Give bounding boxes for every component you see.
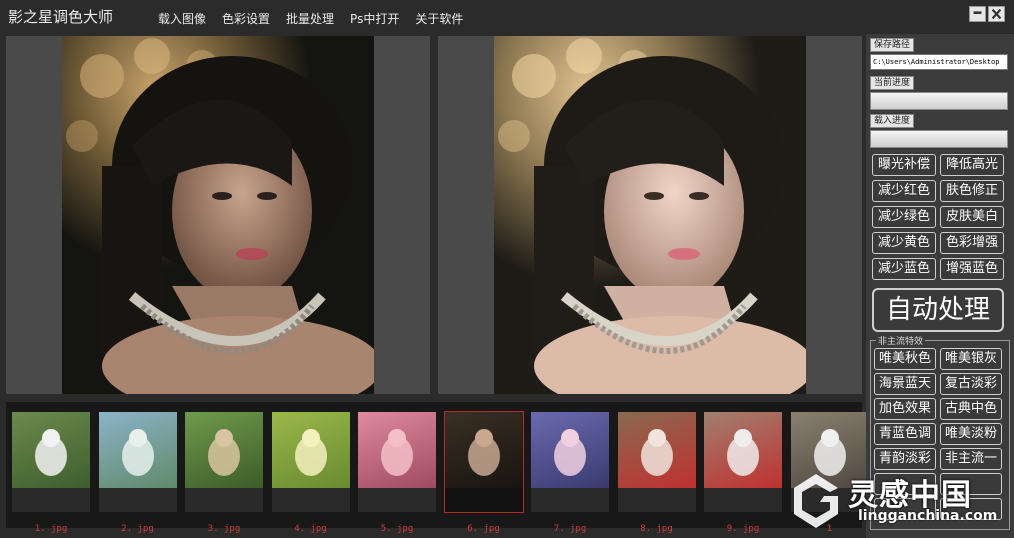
- thumbnail-item[interactable]: 4. jpg: [271, 412, 350, 534]
- adjust-button[interactable]: 减少红色: [872, 180, 936, 202]
- thumbnail-label: 6. jpg: [467, 524, 500, 534]
- auto-process-button[interactable]: 自动处理: [872, 288, 1004, 332]
- menu-open-in-ps[interactable]: Ps中打开: [342, 10, 407, 27]
- current-progress-bar: [870, 92, 1008, 110]
- thumbnail-image: [704, 412, 782, 488]
- processed-photo: [494, 36, 806, 394]
- thumbnail-item[interactable]: 3. jpg: [185, 412, 263, 534]
- original-photo: [62, 36, 374, 394]
- effect-button[interactable]: 青韵淡彩: [874, 448, 936, 470]
- adjust-button[interactable]: 减少绿色: [872, 206, 936, 228]
- effect-button[interactable]: 加色效果: [874, 398, 936, 420]
- thumbnail-image: [358, 412, 436, 488]
- title-bar: 影之星调色大师 载入图像 色彩设置 批量处理 Ps中打开 关于软件: [0, 0, 1014, 34]
- thumbnail-label: 8. jpg: [640, 524, 673, 534]
- thumbnail-image: [12, 412, 90, 488]
- thumbnail-label: 3. jpg: [207, 524, 241, 534]
- thumbnail-label: 4. jpg: [294, 524, 327, 534]
- effect-button[interactable]: 海景蓝天: [874, 373, 936, 395]
- thumbnail-label: 2. jpg: [121, 524, 154, 534]
- original-preview: [6, 36, 430, 394]
- thumbnail-image: [617, 412, 696, 488]
- adjust-button[interactable]: 降低高光: [940, 154, 1004, 176]
- effect-button[interactable]: 唯美秋色: [874, 348, 936, 370]
- adjust-button[interactable]: 皮肤美白: [940, 206, 1004, 228]
- thumbnail-image: [185, 412, 263, 488]
- menu-bar: 载入图像 色彩设置 批量处理 Ps中打开 关于软件: [150, 10, 471, 27]
- effect-button[interactable]: [940, 473, 1002, 495]
- adjust-button[interactable]: 减少蓝色: [872, 258, 936, 280]
- close-button[interactable]: [988, 6, 1005, 22]
- thumbnail-item[interactable]: 9. jpg: [704, 412, 782, 534]
- save-path-field[interactable]: C:\Users\Administrator\Desktop: [870, 54, 1008, 70]
- load-progress-bar: [870, 130, 1008, 148]
- thumbnail-item[interactable]: 8. jpg: [617, 412, 696, 534]
- thumbnail-item[interactable]: 1. jpg: [12, 412, 90, 534]
- menu-batch-process[interactable]: 批量处理: [278, 10, 342, 27]
- thumbnail-label: 7. jpg: [553, 524, 587, 534]
- effect-button[interactable]: 青蓝色调: [874, 423, 936, 445]
- thumbnail-label: 9. jpg: [726, 524, 760, 534]
- menu-about[interactable]: 关于软件: [407, 10, 471, 27]
- thumbnail-image: [531, 412, 609, 488]
- thumbnail-item[interactable]: 6. jpg: [443, 411, 524, 534]
- control-panel: 保存路径 C:\Users\Administrator\Desktop 当前进度…: [866, 34, 1014, 538]
- thumbnail-image: [790, 412, 869, 488]
- effect-button[interactable]: 唯美银灰: [940, 348, 1002, 370]
- effect-button[interactable]: 唯美淡粉: [940, 423, 1002, 445]
- thumbnail-image: [444, 412, 523, 488]
- adjust-button[interactable]: 肤色修正: [940, 180, 1004, 202]
- save-path-label: 保存路径: [870, 38, 915, 52]
- load-progress-label: 载入进度: [870, 114, 915, 128]
- thumbnail-image: [98, 412, 177, 488]
- menu-load-image[interactable]: 载入图像: [150, 10, 214, 27]
- effect-button[interactable]: 古典中色: [940, 398, 1002, 420]
- effect-button[interactable]: [940, 498, 1002, 520]
- thumbnail-item[interactable]: 1: [790, 412, 869, 534]
- minimize-icon: [973, 11, 982, 14]
- effect-button[interactable]: 复古淡彩: [940, 373, 1002, 395]
- current-progress-label: 当前进度: [870, 76, 915, 90]
- adjust-button[interactable]: 减少黄色: [872, 232, 936, 254]
- effects-group-title: 非主流特效: [876, 334, 926, 347]
- thumbnail-label: 1. jpg: [34, 524, 68, 534]
- close-icon: [991, 8, 1002, 20]
- thumbnail-item[interactable]: 5. jpg: [358, 412, 436, 534]
- effect-button[interactable]: [874, 473, 936, 495]
- adjust-button[interactable]: 增强蓝色: [940, 258, 1004, 280]
- thumbnail-strip[interactable]: 1. jpg 2. jpg 3. jpg 4. jpg 5. jpg 6. jpg 7. j…: [6, 402, 869, 534]
- adjust-button[interactable]: 曝光补偿: [872, 154, 936, 176]
- thumbnail-label: 5. jpg: [380, 524, 414, 534]
- thumbnail-item[interactable]: 7. jpg: [531, 412, 609, 534]
- thumbnail-item[interactable]: 2. jpg: [98, 412, 177, 534]
- app-title: 影之星调色大师: [8, 8, 114, 26]
- effect-button[interactable]: [874, 498, 936, 520]
- minimize-button[interactable]: [969, 6, 986, 22]
- processed-preview: [438, 36, 862, 394]
- menu-color-settings[interactable]: 色彩设置: [214, 10, 278, 27]
- effect-button[interactable]: 非主流一: [940, 448, 1002, 470]
- thumbnail-image: [271, 412, 350, 488]
- thumbnail-label: 1: [826, 524, 833, 534]
- adjust-button[interactable]: 色彩增强: [940, 232, 1004, 254]
